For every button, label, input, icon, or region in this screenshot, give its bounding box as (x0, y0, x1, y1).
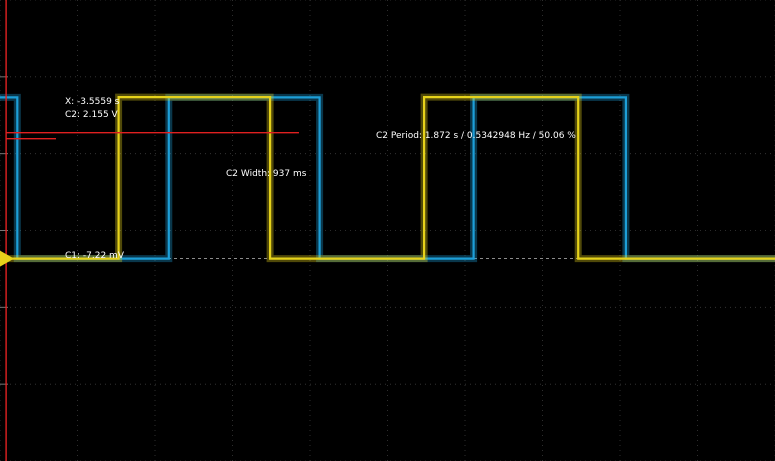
width-measurement-label: C2 Width: 937 ms (226, 169, 307, 179)
cursor-c1-readout: C1: -7.22 mV (65, 251, 125, 261)
cursor-x-readout: X: -3.5559 s (65, 97, 120, 107)
trigger-level-marker-icon[interactable] (0, 250, 14, 267)
oscilloscope-display: X: -3.5559 s C2: 2.155 V C1: -7.22 mV C2… (0, 0, 775, 461)
trace-c2-glow (0, 93, 775, 263)
cursor-c2-readout: C2: 2.155 V (65, 110, 119, 120)
waveform-traces (0, 93, 775, 263)
period-measurement-label: C2 Period: 1.872 s / 0.5342948 Hz / 50.0… (376, 131, 576, 141)
